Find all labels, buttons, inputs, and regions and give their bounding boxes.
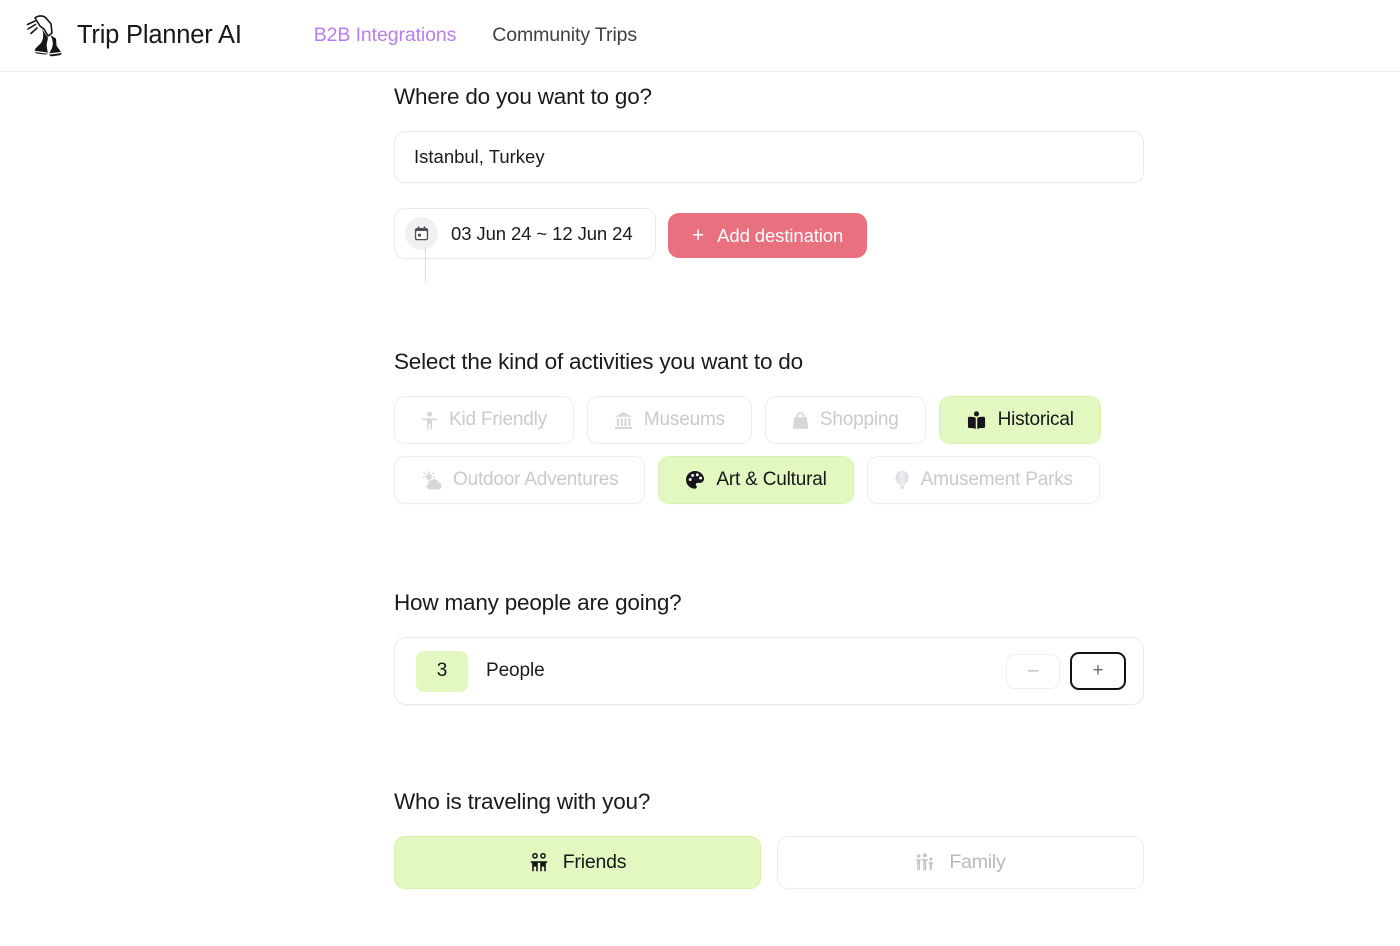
connector-line: [425, 247, 426, 283]
date-wrap: 03 Jun 24 ~ 12 Jun 24 + Add destination: [394, 196, 1144, 283]
people-counter: 3 People – +: [394, 637, 1144, 705]
activity-chip-label: Amusement Parks: [920, 469, 1073, 490]
people-count-value: 3: [416, 650, 468, 692]
plus-icon: +: [691, 224, 705, 247]
walking-legs-logo-icon: [22, 13, 66, 59]
traveling-option-family[interactable]: Family: [777, 836, 1144, 889]
museum-icon: [614, 411, 633, 430]
hot-air-balloon-icon: [894, 470, 910, 490]
traveling-section: Who is traveling with you? Friends Famil…: [394, 789, 1144, 889]
open-book-icon: [966, 410, 987, 430]
child-icon: [421, 410, 438, 430]
shopping-bag-icon: [792, 411, 809, 430]
activity-row: Kid Friendly Museums Shopping Historical: [394, 396, 1144, 444]
activity-chip-label: Historical: [997, 409, 1074, 430]
calendar-icon: [405, 217, 438, 250]
family-icon: [915, 852, 935, 873]
activity-chip-label: Outdoor Adventures: [453, 469, 619, 490]
activity-chip-outdoor-adventures[interactable]: Outdoor Adventures: [394, 456, 646, 504]
app-header: Trip Planner AI B2B Integrations Communi…: [0, 0, 1400, 72]
nav-link-community-trips[interactable]: Community Trips: [492, 24, 637, 47]
decrement-people-button[interactable]: –: [1006, 653, 1060, 689]
nav-link-b2b-integrations[interactable]: B2B Integrations: [314, 24, 457, 47]
palette-icon: [685, 470, 705, 490]
date-range-value: 03 Jun 24 ~ 12 Jun 24: [451, 222, 633, 244]
traveling-option-label: Friends: [562, 851, 627, 873]
activity-chip-historical[interactable]: Historical: [938, 396, 1101, 444]
activity-chip-label: Kid Friendly: [449, 409, 547, 430]
add-destination-button[interactable]: + Add destination: [667, 213, 868, 258]
traveling-option-label: Family: [949, 851, 1006, 873]
activity-chip-amusement-parks[interactable]: Amusement Parks: [866, 456, 1100, 504]
add-destination-label: Add destination: [717, 224, 844, 246]
traveling-option-friends[interactable]: Friends: [394, 836, 761, 889]
people-unit-label: People: [486, 660, 545, 681]
people-section: How many people are going? 3 People – +: [394, 590, 1144, 705]
activity-chip-museums[interactable]: Museums: [586, 396, 752, 444]
activity-chip-label: Art & Cultural: [716, 469, 827, 490]
sun-cloud-icon: [421, 470, 442, 490]
activity-chip-label: Shopping: [819, 409, 899, 430]
activity-chip-art-cultural[interactable]: Art & Cultural: [658, 456, 854, 504]
people-stepper: – +: [1006, 652, 1126, 690]
date-range-picker[interactable]: 03 Jun 24 ~ 12 Jun 24: [394, 208, 656, 259]
destination-input[interactable]: Istanbul, Turkey: [394, 131, 1144, 183]
brand[interactable]: Trip Planner AI: [22, 13, 242, 59]
main-content: Where do you want to go? Istanbul, Turke…: [0, 72, 1400, 889]
traveling-title: Who is traveling with you?: [394, 789, 651, 814]
activities-title: Select the kind of activities you want t…: [394, 349, 803, 374]
destination-title: Where do you want to go?: [394, 84, 652, 109]
destination-input-value: Istanbul, Turkey: [414, 146, 545, 167]
destination-section: Where do you want to go? Istanbul, Turke…: [394, 84, 1144, 283]
two-people-icon: [529, 852, 549, 873]
activity-chip-shopping[interactable]: Shopping: [764, 396, 926, 444]
activities-section: Select the kind of activities you want t…: [394, 349, 1144, 504]
people-title: How many people are going?: [394, 590, 682, 615]
activity-row: Outdoor Adventures Art & Cultural Amusem…: [394, 456, 1144, 504]
increment-people-button[interactable]: +: [1070, 652, 1126, 690]
activity-chip-kid-friendly[interactable]: Kid Friendly: [394, 396, 574, 444]
brand-name: Trip Planner AI: [77, 21, 242, 49]
activity-chip-label: Museums: [643, 409, 725, 430]
main-nav: B2B Integrations Community Trips: [314, 24, 637, 47]
